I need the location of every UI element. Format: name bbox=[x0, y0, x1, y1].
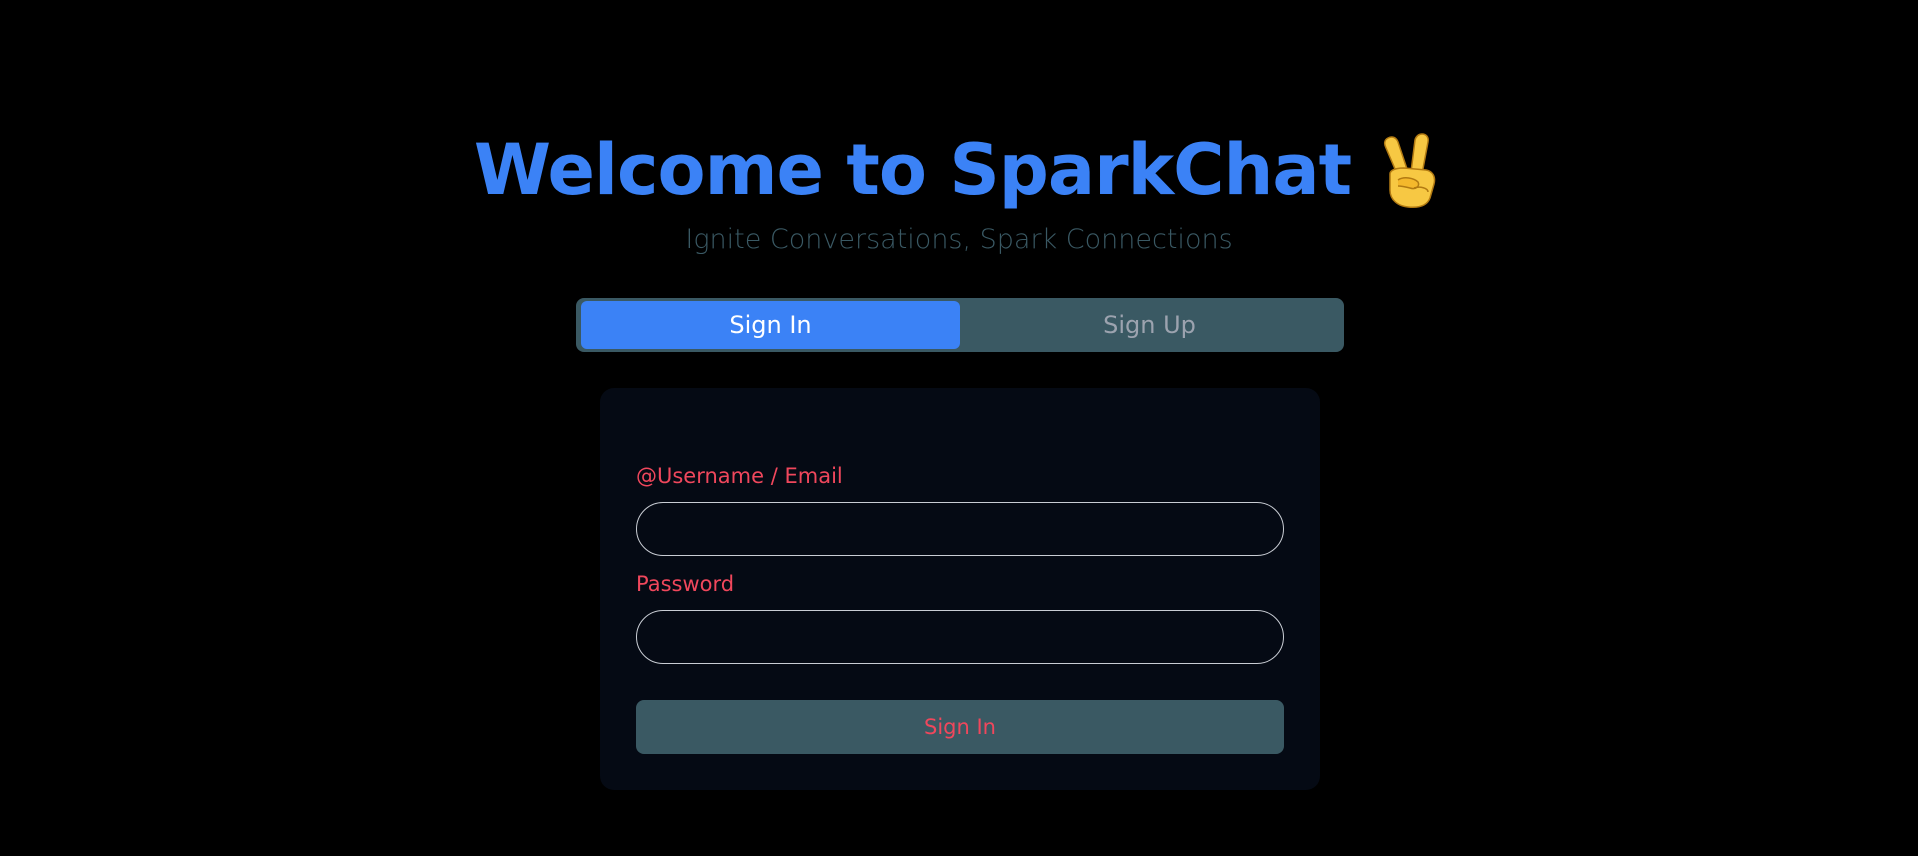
victory-hand-icon bbox=[1374, 130, 1444, 210]
sign-in-card: @Username / Email Password Sign In bbox=[600, 388, 1320, 790]
tab-sign-up[interactable]: Sign Up bbox=[960, 301, 1339, 349]
sign-in-button[interactable]: Sign In bbox=[636, 700, 1284, 754]
username-input[interactable] bbox=[636, 502, 1284, 556]
page-subtitle: Ignite Conversations, Spark Connections bbox=[685, 224, 1233, 255]
page-title: Welcome to SparkChat bbox=[473, 129, 1352, 211]
password-input[interactable] bbox=[636, 610, 1284, 664]
username-label: @Username / Email bbox=[636, 464, 843, 488]
auth-tabs: Sign In Sign Up bbox=[576, 298, 1344, 352]
password-label: Password bbox=[636, 572, 735, 596]
title-row: Welcome to SparkChat bbox=[0, 122, 1918, 218]
tab-sign-in[interactable]: Sign In bbox=[581, 301, 960, 349]
sign-in-page: Welcome to SparkChat Ignite Conversation… bbox=[0, 0, 1918, 856]
